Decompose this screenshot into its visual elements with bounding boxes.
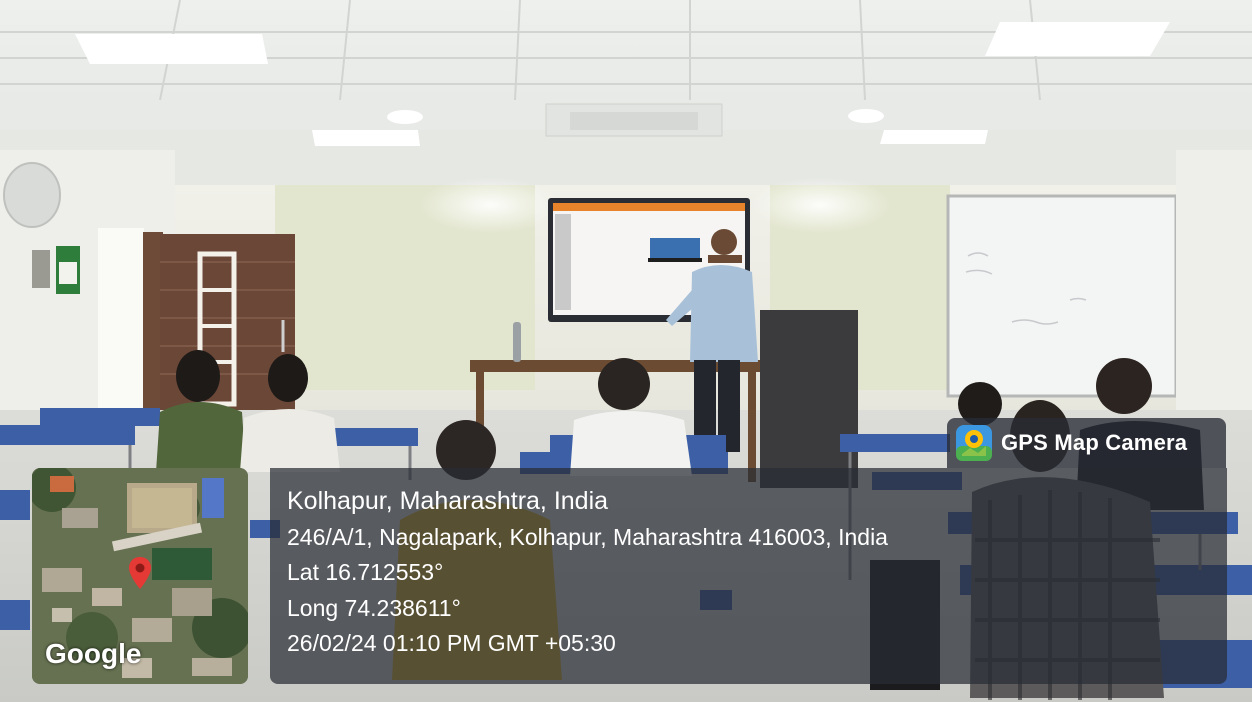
latitude-line: Lat 16.712553° <box>287 559 444 585</box>
gps-map-camera-badge: GPS Map Camera <box>947 418 1226 468</box>
app-name-label: GPS Map Camera <box>1001 430 1188 455</box>
location-info-panel: Kolhapur, Maharashtra, India 246/A/1, Na… <box>270 468 1227 684</box>
ceiling-light <box>985 22 1170 56</box>
map-pin-icon <box>129 557 151 589</box>
wall-fan <box>3 162 61 228</box>
longitude-line: Long 74.238611° <box>287 594 461 621</box>
satellite-map-thumbnail: Google <box>32 468 248 684</box>
google-map-brand: Google <box>45 638 142 669</box>
ceiling-light <box>75 34 268 64</box>
podium <box>760 310 858 488</box>
address-line: 246/A/1, Nagalapark, Kolhapur, Maharasht… <box>287 523 888 550</box>
photo-stage: GPS Map Camera Kolhapur, Maharashtra, In… <box>0 0 1252 702</box>
gps-map-camera-app-icon <box>956 425 992 461</box>
datetime-line: 26/02/24 01:10 PM GMT +05:30 <box>287 630 616 656</box>
location-title: Kolhapur, Maharashtra, India <box>287 487 609 515</box>
